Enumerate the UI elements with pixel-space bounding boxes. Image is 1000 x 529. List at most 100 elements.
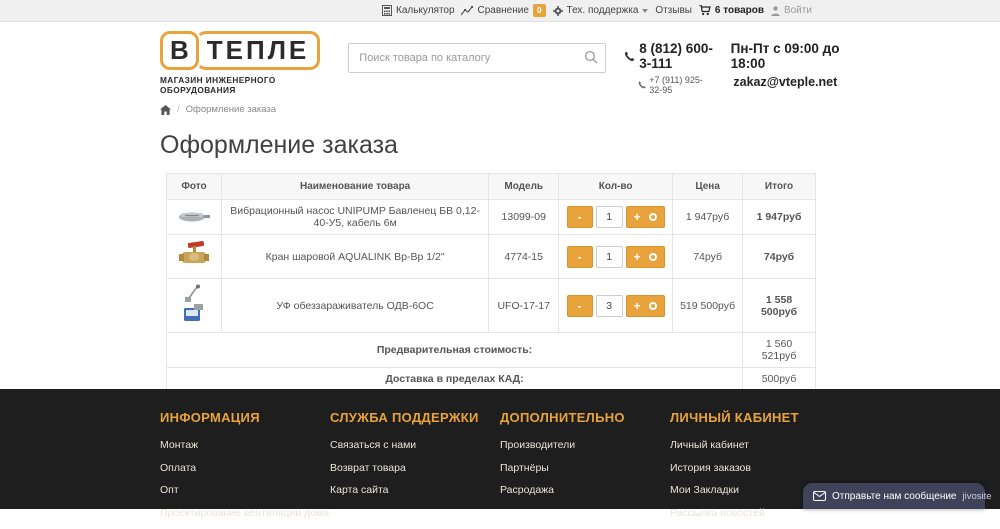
contact-email[interactable]: zakaz@vteple.net (731, 75, 840, 89)
product-total: 1 947руб (743, 200, 816, 235)
compare-count-badge: 0 (533, 4, 546, 16)
product-photo-cell[interactable] (167, 235, 222, 279)
topbar-cart-label: 6 товаров (715, 5, 764, 16)
footer-heading: ЛИЧНЫЙ КАБИНЕТ (670, 410, 840, 425)
footer-heading: ИНФОРМАЦИЯ (160, 410, 330, 425)
summary-row-subtotal: Предварительная стоимость: 1 560 521руб (167, 333, 816, 368)
quantity-input[interactable] (596, 246, 623, 268)
product-name-link[interactable]: УФ обеззараживатель ОДВ-6ОС (221, 279, 488, 333)
product-photo-cell[interactable] (167, 279, 222, 333)
chat-message-label: Отправьте нам сообщение (832, 491, 957, 502)
footer-link[interactable]: Монтаж (160, 439, 330, 451)
footer-column-extras: ДОПОЛНИТЕЛЬНО Производители Партнёры Рас… (500, 410, 670, 529)
topbar-reviews-label: Отзывы (655, 5, 692, 16)
table-row: Вибрационный насос UNIPUMP Бавленец БВ 0… (167, 200, 816, 235)
product-model: UFO-17-17 (489, 279, 559, 333)
topbar-reviews[interactable]: Отзывы (655, 5, 692, 16)
uv-unit-thumbnail (181, 284, 207, 324)
user-icon (771, 6, 780, 16)
update-quantity-icon[interactable] (649, 213, 657, 221)
breadcrumb-separator: / (177, 104, 180, 115)
phone-alt-number[interactable]: +7 (911) 925-32-95 (649, 75, 714, 95)
top-utility-bar: Калькулятор Сравнение 0 Тех. поддержка О… (0, 0, 1000, 22)
product-name-link[interactable]: Вибрационный насос UNIPUMP Бавленец БВ 0… (221, 200, 488, 235)
topbar-tech-support[interactable]: Тех. поддержка (553, 5, 649, 16)
footer-heading: СЛУЖБА ПОДДЕРЖКИ (330, 410, 500, 425)
search-bar (348, 43, 606, 73)
footer-link[interactable]: Личный кабинет (670, 439, 840, 451)
footer-heading: ДОПОЛНИТЕЛЬНО (500, 410, 670, 425)
decrease-quantity-button[interactable]: - (567, 206, 593, 228)
column-header-qty: Кол-во (559, 174, 673, 200)
topbar-calculator[interactable]: Калькулятор (382, 5, 455, 16)
footer-link[interactable]: Проектирование вентиляции дома (160, 507, 330, 519)
footer-link[interactable]: Расродажа (500, 484, 670, 496)
column-header-model: Модель (489, 174, 559, 200)
topbar-calculator-label: Калькулятор (396, 5, 455, 16)
update-quantity-icon[interactable] (649, 302, 657, 310)
product-model: 4774-15 (489, 235, 559, 279)
quantity-cell: - + (559, 235, 673, 279)
search-input[interactable] (348, 43, 606, 73)
footer-column-support: СЛУЖБА ПОДДЕРЖКИ Связаться с нами Возвра… (330, 410, 500, 529)
topbar-cart[interactable]: 6 товаров (699, 5, 764, 16)
footer-link[interactable]: Опт (160, 484, 330, 496)
product-price: 519 500руб (673, 279, 743, 333)
footer-link[interactable]: История заказов (670, 462, 840, 474)
subtotal-label: Предварительная стоимость: (167, 333, 743, 368)
hours-block: Пн-Пт с 09:00 до 18:00 zakaz@vteple.net (731, 41, 840, 89)
search-icon[interactable] (584, 50, 598, 64)
quantity-input[interactable] (596, 295, 623, 317)
phone-block: 8 (812) 600-3-111 +7 (911) 925-32-95 (624, 41, 714, 95)
decrease-quantity-button[interactable]: - (567, 295, 593, 317)
chevron-down-icon (642, 9, 648, 13)
quantity-cell: - + (559, 279, 673, 333)
chat-brand-label: jivosite (963, 491, 992, 502)
product-name-link[interactable]: Кран шаровой AQUALINK Вр-Вр 1/2" (221, 235, 488, 279)
topbar-login[interactable]: Войти (771, 5, 812, 16)
increase-quantity-button[interactable]: + (634, 250, 641, 264)
shipping-value: 500руб (743, 368, 816, 391)
breadcrumb-current: Оформление заказа (186, 104, 276, 115)
quantity-cell: - + (559, 200, 673, 235)
column-header-photo: Фото (167, 174, 222, 200)
footer-link[interactable]: Связаться с нами (330, 439, 500, 451)
phone-main-number[interactable]: 8 (812) 600-3-111 (639, 41, 714, 71)
update-quantity-icon[interactable] (649, 253, 657, 261)
calculator-icon (382, 5, 392, 16)
product-model: 13099-09 (489, 200, 559, 235)
subtotal-value: 1 560 521руб (743, 333, 816, 368)
pump-thumbnail (177, 209, 211, 223)
increase-quantity-button[interactable]: + (634, 210, 641, 224)
topbar-login-label: Войти (784, 5, 812, 16)
footer-link[interactable]: Партнёры (500, 462, 670, 474)
site-logo[interactable]: В ТЕПЛЕ МАГАЗИН ИНЖЕНЕРНОГО ОБОРУДОВАНИЯ (160, 31, 326, 95)
increase-quantity-button[interactable]: + (634, 299, 641, 313)
cart-header-row: Фото Наименование товара Модель Кол-во Ц… (167, 174, 816, 200)
compare-icon (461, 6, 473, 16)
table-row: УФ обеззараживатель ОДВ-6ОС UFO-17-17 - … (167, 279, 816, 333)
gear-icon (553, 6, 563, 16)
site-header: В ТЕПЛЕ МАГАЗИН ИНЖЕНЕРНОГО ОБОРУДОВАНИЯ… (160, 31, 840, 95)
ball-valve-thumbnail (178, 240, 210, 270)
table-row: Кран шаровой AQUALINK Вр-Вр 1/2" 4774-15… (167, 235, 816, 279)
product-price: 74руб (673, 235, 743, 279)
shipping-label: Доставка в пределах КАД: (167, 368, 743, 391)
breadcrumb-home[interactable] (160, 105, 171, 115)
product-total: 1 558 500руб (743, 279, 816, 333)
topbar-compare[interactable]: Сравнение 0 (461, 4, 545, 16)
decrease-quantity-button[interactable]: - (567, 246, 593, 268)
product-photo-cell[interactable] (167, 200, 222, 235)
envelope-icon (813, 491, 826, 501)
footer-link[interactable]: Карта сайта (330, 484, 500, 496)
chat-widget[interactable]: Отправьте нам сообщение jivosite (803, 483, 985, 509)
logo-letter: В (160, 31, 199, 70)
footer-link[interactable]: Возврат товара (330, 462, 500, 474)
footer-link[interactable]: Оплата (160, 462, 330, 474)
quantity-input[interactable] (596, 206, 623, 228)
footer-link[interactable]: Производители (500, 439, 670, 451)
footer-column-information: ИНФОРМАЦИЯ Монтаж Оплата Опт Проектирова… (160, 410, 330, 529)
home-icon (160, 105, 171, 115)
summary-row-shipping: Доставка в пределах КАД: 500руб (167, 368, 816, 391)
topbar-compare-label: Сравнение (477, 5, 528, 16)
